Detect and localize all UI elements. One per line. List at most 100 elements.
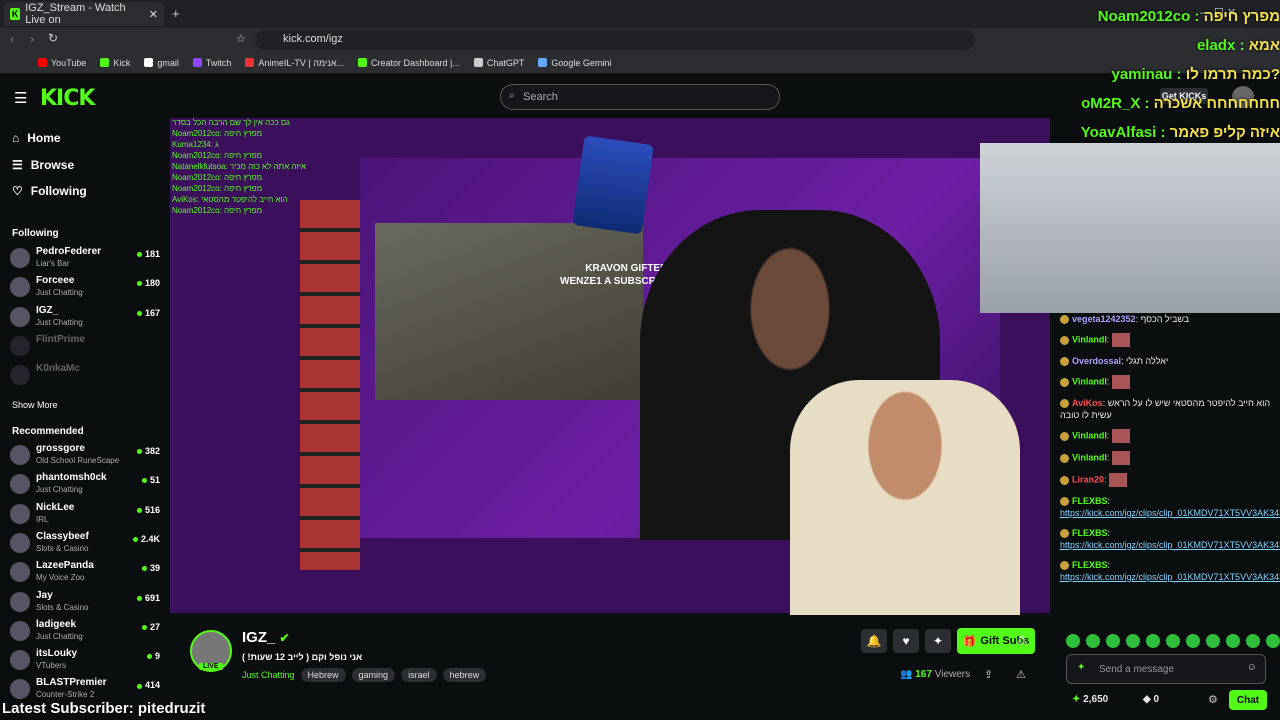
points-balance[interactable]: ✦ 2,650 <box>1072 694 1108 705</box>
channel-name: IGZ_ <box>36 304 59 316</box>
sidebar-channel[interactable]: IGZ_ Just Chatting 167 <box>10 304 160 332</box>
channel-viewers: 181 <box>137 249 160 259</box>
chat-username[interactable]: AviKos <box>1072 398 1103 408</box>
more-icon[interactable]: ⚠ <box>1016 668 1026 681</box>
channel-viewers: 167 <box>137 308 160 318</box>
url-field[interactable]: kick.com/igz <box>255 30 975 50</box>
channel-avatar <box>10 277 30 298</box>
sidebar-channel[interactable]: PedroFederer Liar's Bar 181 <box>10 245 160 273</box>
bookmark-youtube[interactable]: YouTube <box>38 58 86 68</box>
chat-link[interactable]: https://kick.com/igz/clips/clip_01KMDV71… <box>1060 507 1280 519</box>
sidebar-channel[interactable]: grossgore Old School RuneScape 382 <box>10 442 160 470</box>
browser-tab[interactable]: K IGZ_Stream - Watch Live on ✕ <box>4 2 164 26</box>
chat-username[interactable]: FLEXBS <box>1072 496 1108 506</box>
sidebar-channel[interactable]: K0nkaMc <box>10 362 160 390</box>
tag-2[interactable]: israel <box>401 668 437 682</box>
overlay-chat-text: איזה קליפ פאמר <box>1169 124 1280 141</box>
channel-avatar <box>10 474 30 495</box>
overlay-chat-line: חחחחחחח אשכרה : oM2R_X <box>1081 95 1280 112</box>
channel-avatar <box>10 248 30 268</box>
kick-logo[interactable]: KICK <box>40 86 95 111</box>
overlay-chat-line: איזה קליפ פאמר : YoavAlfasi <box>1080 124 1280 141</box>
emote-icon <box>1111 333 1130 347</box>
channel-avatar <box>10 532 30 553</box>
bookmark-animeil[interactable]: AnimeIL-TV | אנימה... <box>245 58 344 68</box>
chat-text: בשביל הכסף <box>1140 314 1190 324</box>
bookmark-creator-dashboard[interactable]: Creator Dashboard |... <box>358 58 460 68</box>
bookmark-gemini[interactable]: Google Gemini <box>538 58 611 68</box>
chat-username[interactable]: FLEXBS <box>1072 560 1108 570</box>
sidebar-channel[interactable]: LazeePanda My Voice Zoo 39 <box>10 559 160 587</box>
forward-icon[interactable]: › <box>30 32 34 46</box>
reload-icon[interactable]: ↻ <box>48 31 58 45</box>
sidebar-channel[interactable]: FlintPrime <box>10 333 160 361</box>
share-icon[interactable]: ⇪ <box>984 668 993 681</box>
emoji-icon[interactable]: ☺ <box>1247 662 1257 673</box>
chat-username[interactable]: Overdossal <box>1072 356 1121 366</box>
chat-username[interactable]: Vinlandl <box>1072 376 1107 386</box>
sidebar-nav-browse[interactable]: ☰ Browse <box>12 158 74 172</box>
category-link[interactable]: Just Chatting <box>242 668 295 682</box>
tab-close-icon[interactable]: ✕ <box>149 8 158 21</box>
channel-name: PedroFederer <box>36 246 102 257</box>
overlay-chat-text: מפרץ חיפה <box>1203 8 1280 25</box>
bookmark-gmail[interactable]: gmail <box>144 58 179 68</box>
sidebar-channel[interactable]: NickLee IRL 516 <box>10 501 160 529</box>
chat-link[interactable]: https://kick.com/igz/clips/clip_01KMDV71… <box>1060 571 1280 583</box>
heart-icon: ♡ <box>12 184 23 198</box>
channel-category: My Voice Zoo <box>36 573 85 583</box>
chat-username[interactable]: Vinlandl <box>1072 430 1107 440</box>
sub-badge-icon <box>1060 497 1069 507</box>
notification-bell-icon[interactable]: 🔔 <box>861 629 887 653</box>
sidebar-channel[interactable]: Classybeef Slots & Casino 2.4K <box>10 530 160 558</box>
follow-heart-icon[interactable]: ♥ <box>893 629 919 653</box>
bookmark-kick[interactable]: Kick <box>100 58 130 68</box>
back-icon[interactable]: ‹ <box>10 32 14 46</box>
emote-icon <box>1111 429 1130 443</box>
overlay-chat-user: YoavAlfasi <box>1080 124 1157 141</box>
following-heading: Following <box>12 228 59 239</box>
emote-icon <box>1111 451 1130 465</box>
bookmark-twitch[interactable]: Twitch <box>192 58 231 68</box>
tag-0[interactable]: Hebrew <box>300 668 346 682</box>
chat-username[interactable]: vegeta1242352 <box>1072 314 1136 324</box>
sidebar-channel[interactable]: itsLouky VTubers 9 <box>10 647 160 675</box>
chat-username[interactable]: Liran20 <box>1072 474 1104 484</box>
new-tab-icon[interactable]: + <box>172 6 180 21</box>
show-more-link[interactable]: Show More <box>12 400 58 410</box>
emote-icon <box>1111 375 1130 389</box>
kicks-balance[interactable]: ◆ 0 <box>1143 694 1159 705</box>
sidebar-channel[interactable]: ladigeek Just Chatting 27 <box>10 618 160 646</box>
chat-input[interactable]: ✦ Send a message ☺ <box>1066 654 1266 684</box>
inner-thumbnails <box>300 200 360 570</box>
inner-chat-line: Noam2012co: מפרץ חיפה <box>172 173 263 182</box>
sidebar-nav-following[interactable]: ♡ Following <box>12 184 87 198</box>
chat-username[interactable]: Vinlandl <box>1072 452 1107 462</box>
report-icon[interactable]: ⚠ <box>1016 632 1028 648</box>
sidebar-channel[interactable]: phantomsh0ck Just Chatting 51 <box>10 471 160 499</box>
chat-message: vegeta1242352: בשביל הכסף <box>1060 313 1280 325</box>
settings-icon[interactable]: ⚙ <box>1208 693 1218 706</box>
channel-category: Just Chatting <box>36 288 83 298</box>
sidebar-channel[interactable]: Jay Slots & Casino 691 <box>10 589 160 617</box>
kicks-icon[interactable]: ✦ <box>925 629 951 653</box>
chat-send-button[interactable]: Chat <box>1229 690 1267 710</box>
menu-icon[interactable]: ☰ <box>14 89 27 107</box>
chat-username[interactable]: FLEXBS <box>1072 528 1108 538</box>
sub-badge-icon <box>1060 431 1069 441</box>
sidebar-nav-home[interactable]: ⌂ Home <box>12 131 61 145</box>
streamer-name[interactable]: IGZ_ ✔ <box>242 629 290 646</box>
tag-1[interactable]: gaming <box>351 668 396 682</box>
channel-avatar <box>10 503 30 524</box>
chat-link[interactable]: https://kick.com/igz/clips/clip_01KMDV71… <box>1060 539 1280 551</box>
inner-chat-line: גם ככה אין לך שם הרבה הכל בסדר <box>172 118 290 127</box>
chat-username[interactable]: Vinlandl <box>1072 334 1107 344</box>
webcam-feed <box>980 143 1280 313</box>
bookmark-chatgpt[interactable]: ChatGPT <box>473 58 524 68</box>
search-input[interactable]: ⌕ Search <box>500 84 780 110</box>
live-badge: LIVE <box>199 663 223 670</box>
bookmark-icon[interactable]: ☆ <box>236 32 246 45</box>
sidebar-channel[interactable]: Forceee Just Chatting 180 <box>10 274 160 302</box>
emote-row[interactable] <box>1066 634 1280 648</box>
tag-3[interactable]: hebrew <box>442 668 487 682</box>
